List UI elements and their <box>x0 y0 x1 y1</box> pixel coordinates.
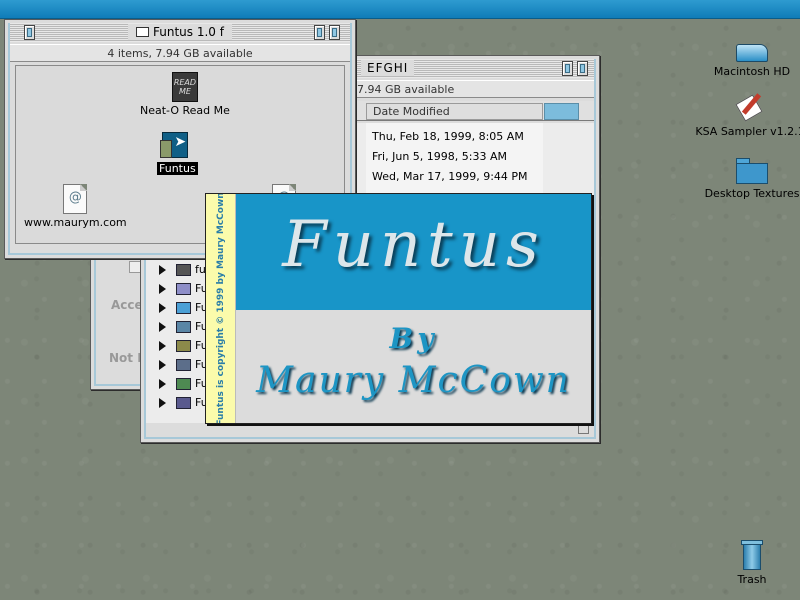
date-cell: Thu, Feb 18, 1999, 8:05 AM <box>372 130 524 143</box>
folder-icon <box>176 377 191 390</box>
icon-label: Funtus <box>157 162 198 175</box>
window-title: EFGHI <box>361 60 415 76</box>
disclosure-triangle-icon[interactable] <box>159 302 166 313</box>
ksa-sampler[interactable]: KSA Sampler v1.2.1 <box>695 92 800 138</box>
macintosh-hd[interactable]: Macintosh HD <box>712 38 792 78</box>
disclosure-triangle-icon[interactable] <box>159 264 166 275</box>
about-splash[interactable]: Funtus is copyright © 1999 by Maury McCo… <box>205 193 592 424</box>
author-name: Maury McCown <box>256 360 571 401</box>
read-me-icon: READ ME <box>171 72 198 102</box>
date-cell: Wed, Mar 17, 1999, 9:44 PM <box>372 170 528 183</box>
desktop-textures-folder[interactable]: Desktop Textures <box>704 158 800 200</box>
collapse-box[interactable] <box>577 61 588 76</box>
by-label: By <box>389 322 438 355</box>
folder-icon <box>176 320 191 333</box>
disclosure-triangle-icon[interactable] <box>159 321 166 332</box>
icon-label: Macintosh HD <box>713 65 791 78</box>
close-box[interactable] <box>24 25 35 40</box>
icon-label: KSA Sampler v1.2.1 <box>695 125 800 138</box>
folder-icon <box>736 158 768 184</box>
app-title: Funtus <box>282 208 545 282</box>
internet-location-icon: @ <box>63 184 88 214</box>
application-icon <box>735 92 765 122</box>
collapse-box[interactable] <box>329 25 340 40</box>
splash-banner: Funtus <box>236 194 591 310</box>
copyright-strip: Funtus is copyright © 1999 by Maury McCo… <box>206 194 236 423</box>
folder-icon <box>136 27 150 37</box>
zoom-box[interactable] <box>562 61 573 76</box>
folder-icon <box>176 301 191 314</box>
disclosure-triangle-icon[interactable] <box>159 283 166 294</box>
access-label: Acce <box>111 298 143 312</box>
disclosure-triangle-icon[interactable] <box>159 340 166 351</box>
icon-label: Desktop Textures <box>704 187 800 200</box>
title-bar[interactable]: Funtus 1.0 f <box>10 23 350 42</box>
date-cell: Fri, Jun 5, 1998, 5:33 AM <box>372 150 507 163</box>
sort-direction-button[interactable] <box>544 103 579 120</box>
application-icon <box>176 263 191 276</box>
list-item[interactable]: Fu <box>159 298 208 317</box>
funtus-application[interactable]: ➤ Funtus <box>157 130 198 175</box>
window-title: Funtus 1.0 f <box>128 24 232 40</box>
disclosure-triangle-icon[interactable] <box>159 378 166 389</box>
folder-icon <box>176 358 191 371</box>
disclosure-triangle-icon[interactable] <box>159 397 166 408</box>
folder-icon <box>176 396 191 409</box>
list-item[interactable]: Fu <box>159 279 208 298</box>
scroll-down-arrow[interactable] <box>578 423 589 434</box>
date-modified-header[interactable]: Date Modified <box>366 103 543 120</box>
trash[interactable]: Trash <box>732 540 772 586</box>
window-title-text: Funtus 1.0 f <box>153 25 224 39</box>
folder-icon <box>176 339 191 352</box>
icon-label: Neat-O Read Me <box>140 104 230 117</box>
texture-icon <box>176 282 191 295</box>
disclosure-triangle-icon[interactable] <box>159 359 166 370</box>
info-bar: 4 items, 7.94 GB available <box>10 44 350 62</box>
icon-label: Trash <box>737 573 767 586</box>
available-space: 7.94 GB available <box>357 83 455 96</box>
read-me-file[interactable]: READ ME Neat-O Read Me <box>138 72 232 117</box>
hard-drive-icon <box>736 44 768 62</box>
zoom-box[interactable] <box>314 25 325 40</box>
copyright-text: Funtus is copyright © 1999 by Maury McCo… <box>215 193 226 424</box>
icon-label: www.maurym.com <box>24 216 127 229</box>
trash-icon <box>741 540 763 570</box>
funtus-app-icon: ➤ <box>160 130 194 160</box>
web-location-file[interactable]: @ www.maurym.com <box>22 184 129 229</box>
menu-bar[interactable] <box>0 0 800 19</box>
